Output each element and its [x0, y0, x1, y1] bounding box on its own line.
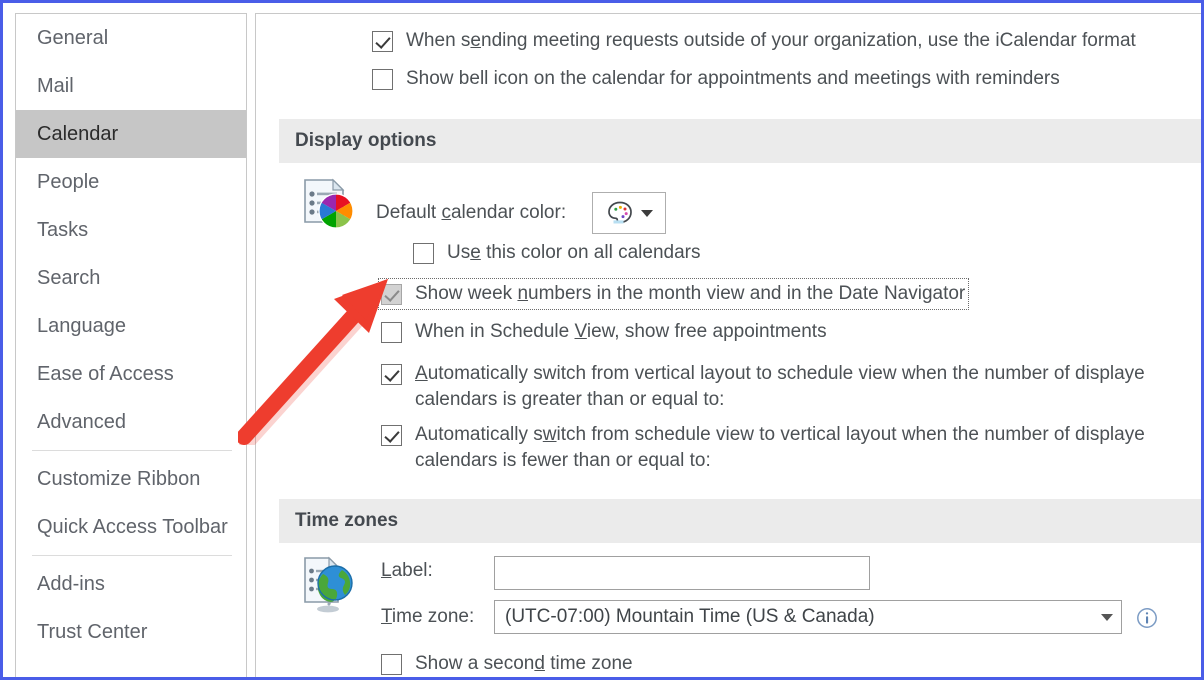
show-bell-icon-label: Show bell icon on the calendar for appoi…	[406, 68, 1060, 89]
auto-switch-schedule-to-vertical-checkbox[interactable]	[381, 425, 402, 446]
option-show-bell-icon[interactable]: Show bell icon on the calendar for appoi…	[372, 66, 1060, 92]
chevron-down-icon	[1101, 613, 1113, 621]
time-zones-heading: Time zones	[279, 499, 1201, 543]
show-bell-icon-checkbox[interactable]	[372, 69, 393, 90]
sidebar-divider-1	[32, 450, 232, 451]
sidebar-item-advanced[interactable]: Advanced	[16, 398, 246, 446]
sidebar-item-ease-of-access[interactable]: Ease of Access	[16, 350, 246, 398]
sidebar-item-customize-ribbon[interactable]: Customize Ribbon	[16, 455, 246, 503]
chevron-down-icon	[641, 209, 654, 217]
use-color-all-calendars-checkbox[interactable]	[413, 243, 434, 264]
time-zone-label-row: Label:	[381, 560, 491, 582]
auto-switch-schedule-to-vertical-label: Automatically switch from schedule view …	[415, 424, 1145, 471]
option-show-week-numbers[interactable]: Show week numbers in the month view and …	[378, 278, 970, 310]
time-zone-label-caption: Label:	[381, 560, 433, 581]
time-zone-select[interactable]: (UTC-07:00) Mountain Time (US & Canada)	[494, 600, 1122, 634]
time-zone-icon	[299, 552, 361, 618]
sidebar-item-trust-center[interactable]: Trust Center	[16, 608, 246, 656]
show-week-numbers-label: Show week numbers in the month view and …	[415, 283, 966, 304]
display-options-heading: Display options	[279, 119, 1201, 163]
show-second-time-zone-label: Show a second time zone	[415, 653, 633, 674]
sidebar-item-calendar[interactable]: Calendar	[16, 110, 246, 158]
default-calendar-color-row: Default calendar color:	[376, 192, 667, 234]
sidebar-item-quick-access-toolbar[interactable]: Quick Access Toolbar	[16, 503, 246, 551]
schedule-view-free-appointments-checkbox[interactable]	[381, 322, 402, 343]
sidebar-item-people[interactable]: People	[16, 158, 246, 206]
option-show-second-time-zone[interactable]: Show a second time zone	[381, 651, 633, 677]
icalendar-format-checkbox[interactable]	[372, 31, 393, 52]
time-zone-combo-caption: Time zone:	[381, 606, 475, 627]
icalendar-format-label: When sending meeting requests outside of…	[406, 30, 1136, 51]
sidebar-item-mail[interactable]: Mail	[16, 62, 246, 110]
auto-switch-vertical-to-schedule-label: Automatically switch from vertical layou…	[415, 363, 1145, 410]
options-dialog: General Mail Calendar People Tasks Searc…	[0, 0, 1204, 680]
palette-icon	[605, 198, 635, 228]
default-calendar-color-label: Default calendar color:	[376, 202, 567, 223]
time-zone-selected-value: (UTC-07:00) Mountain Time (US & Canada)	[505, 606, 875, 627]
calendar-options-panel: When sending meeting requests outside of…	[255, 13, 1201, 677]
calendar-color-icon	[299, 174, 355, 230]
option-auto-switch-schedule-to-vertical[interactable]: Automatically switch from schedule view …	[381, 422, 1201, 474]
sidebar-item-language[interactable]: Language	[16, 302, 246, 350]
show-week-numbers-checkbox[interactable]	[381, 284, 402, 305]
sidebar-divider-2	[32, 555, 232, 556]
auto-switch-vertical-to-schedule-checkbox[interactable]	[381, 364, 402, 385]
option-icalendar-format[interactable]: When sending meeting requests outside of…	[372, 28, 1136, 54]
time-zone-combo-row: Time zone:	[381, 606, 491, 628]
sidebar-item-search[interactable]: Search	[16, 254, 246, 302]
option-auto-switch-vertical-to-schedule[interactable]: Automatically switch from vertical layou…	[381, 361, 1201, 413]
default-calendar-color-button[interactable]	[592, 192, 667, 234]
option-schedule-view-free-appointments[interactable]: When in Schedule View, show free appoint…	[381, 319, 827, 345]
show-second-time-zone-checkbox[interactable]	[381, 654, 402, 675]
option-use-color-all-calendars[interactable]: Use this color on all calendars	[413, 240, 700, 266]
use-color-all-calendars-label: Use this color on all calendars	[447, 242, 701, 263]
sidebar-item-tasks[interactable]: Tasks	[16, 206, 246, 254]
time-zone-label-input[interactable]	[494, 556, 870, 590]
schedule-view-free-appointments-label: When in Schedule View, show free appoint…	[415, 321, 827, 342]
options-category-sidebar: General Mail Calendar People Tasks Searc…	[15, 13, 247, 677]
sidebar-item-general[interactable]: General	[16, 14, 246, 62]
info-icon[interactable]	[1135, 606, 1159, 630]
sidebar-item-add-ins[interactable]: Add-ins	[16, 560, 246, 608]
